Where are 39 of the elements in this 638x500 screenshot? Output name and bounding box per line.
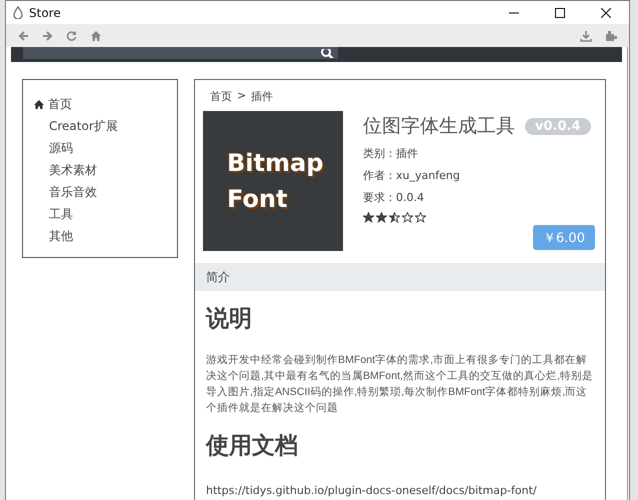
image-text: Font [227,184,288,215]
sidebar-item[interactable]: 音乐音效 [49,184,97,200]
breadcrumb-item[interactable]: 插件 [251,89,274,109]
half-star-icon [389,212,400,223]
sidebar-item[interactable]: 源码 [49,140,73,156]
section-heading: 说明 [206,305,252,334]
sidebar-item[interactable]: 美术素材 [49,162,97,178]
description-text: 游戏开发中经常会碰到制作BMFont字体的需求,市面上有很多专门的工具都在解决这个问题,其中最有名气的当属BMFont,然而这个工具的交互做的真心烂,特别是导入图片,指定ANSCII码的操作,特别繁琐,每次制作BMFont字体都特别麻烦,而这个插件就是在解决这个问题 [206,353,594,416]
home-icon [34,100,44,108]
plugin-field: 类别：插件 [363,146,418,161]
breadcrumb-item[interactable]: 首页 [210,89,232,109]
plugin-icon[interactable] [605,30,617,42]
sidebar-item[interactable]: 其他 [49,228,73,244]
forward-icon[interactable] [42,30,53,42]
close-icon [601,8,611,18]
plugin-title: 位图字体生成工具 [363,114,515,139]
download-icon[interactable] [580,30,592,42]
plugin-field: 要求：0.0.4 [363,190,424,205]
plugin-field: 作者：xu_yanfeng [363,168,460,183]
docs-link[interactable]: https://tidys.github.io/plugin-docs-oneself/docs/bitmap-font/ [206,484,537,497]
filled-star-icon [363,212,374,223]
empty-star-icon [415,212,426,223]
tab-label[interactable]: 简介 [206,268,230,286]
image-text: Bitmap [227,148,324,179]
section-heading: 使用文档 [206,432,298,461]
window-title: Store [29,6,61,20]
sidebar-item[interactable]: Creator扩展 [49,118,118,134]
back-icon[interactable] [18,30,29,42]
empty-star-icon [402,212,413,223]
sidebar-item[interactable]: 工具 [49,206,73,222]
filled-star-icon [376,212,387,223]
search-icon [321,48,334,58]
app-icon [12,6,24,19]
sidebar-item[interactable]: 首页 [48,96,72,112]
search-field[interactable] [23,47,338,59]
breadcrumb-separator: > [237,89,246,104]
maximize-icon [555,8,565,18]
home-icon[interactable] [90,30,102,42]
refresh-icon[interactable] [66,30,77,41]
